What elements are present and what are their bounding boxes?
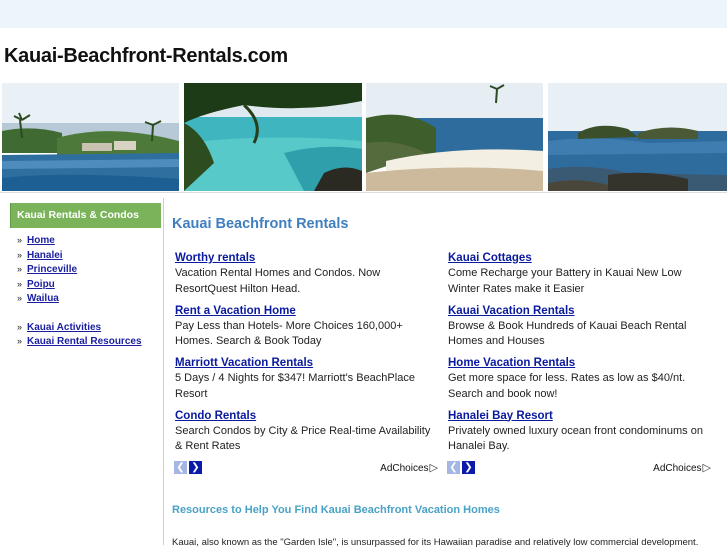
adchoices-label: AdChoices xyxy=(653,463,702,474)
ad-title-link[interactable]: Marriott Vacation Rentals xyxy=(175,355,440,371)
ad-unit: Kauai Cottages Come Recharge your Batter… xyxy=(448,250,713,303)
ad-title-link[interactable]: Condo Rentals xyxy=(175,408,440,424)
adchoices-icon: ▷ xyxy=(702,462,711,474)
ad-description: Privately owned luxury ocean front condo… xyxy=(448,424,703,453)
sidebar-item-princeville: » Princeville xyxy=(17,264,142,279)
ad-description: Browse & Book Hundreds of Kauai Beach Re… xyxy=(448,319,687,348)
bullet-icon: » xyxy=(17,293,23,303)
sidebar-item-wailua: » Wailua xyxy=(17,293,142,308)
turquoise-lagoon-photo xyxy=(184,83,362,191)
sidebar-divider xyxy=(163,198,164,545)
sidebar-heading-box: Kauai Rentals & Condos xyxy=(10,203,161,228)
adchoices-label: AdChoices xyxy=(380,463,429,474)
sidebar-link-poipu[interactable]: Poipu xyxy=(27,279,55,290)
ad-description: Vacation Rental Homes and Condos. Now Re… xyxy=(175,267,381,295)
sidebar-link-activities[interactable]: Kauai Activities xyxy=(27,322,101,333)
sidebar-item-home: » Home xyxy=(17,235,142,250)
sidebar-link-wailua[interactable]: Wailua xyxy=(27,293,59,304)
adchoices-icon: ▷ xyxy=(429,462,438,474)
ad-column-left: Worthy rentals Vacation Rental Homes and… xyxy=(175,250,440,460)
ad-description: Come Recharge your Battery in Kauai New … xyxy=(448,267,682,295)
ad-title-link[interactable]: Home Vacation Rentals xyxy=(448,355,713,371)
sidebar-link-princeville[interactable]: Princeville xyxy=(27,264,77,275)
ad-unit: Condo Rentals Search Condos by City & Pr… xyxy=(175,408,440,461)
next-arrow-icon[interactable]: ❯ xyxy=(189,461,202,474)
sandy-beach-cove-photo xyxy=(366,83,543,191)
rocky-shoreline-photo xyxy=(548,83,727,191)
adchoices-link[interactable]: AdChoices▷ xyxy=(380,461,438,474)
bullet-icon: » xyxy=(17,336,23,346)
ad-description: Pay Less than Hotels- More Choices 160,0… xyxy=(175,319,403,348)
sidebar-spacer xyxy=(17,308,142,322)
ad-title-link[interactable]: Kauai Vacation Rentals xyxy=(448,303,713,319)
prev-arrow-icon[interactable]: ❮ xyxy=(447,461,460,474)
top-bar xyxy=(0,0,727,28)
bullet-icon: » xyxy=(17,249,23,260)
prev-arrow-icon[interactable]: ❮ xyxy=(174,461,187,474)
bullet-icon: » xyxy=(17,235,23,245)
page-heading: Kauai Beachfront Rentals xyxy=(172,216,349,232)
bullet-icon: » xyxy=(17,278,23,289)
ad-description: Get more space for less. Rates as low as… xyxy=(448,372,686,400)
next-arrow-icon[interactable]: ❯ xyxy=(462,461,475,474)
sidebar-item-poipu: » Poipu xyxy=(17,279,142,294)
sidebar-link-resources[interactable]: Kauai Rental Resources xyxy=(27,336,142,347)
ad-navigation-left: ❮ ❯ AdChoices▷ xyxy=(173,461,438,475)
sidebar-heading: Kauai Rentals & Condos xyxy=(17,209,139,221)
ad-unit: Rent a Vacation Home Pay Less than Hotel… xyxy=(175,303,440,356)
ad-description: Search Condos by City & Price Real-time … xyxy=(175,424,431,453)
sidebar-item-resources: » Kauai Rental Resources xyxy=(17,336,142,351)
ad-description: 5 Days / 4 Nights for $347! Marriott's B… xyxy=(175,372,415,400)
sidebar-link-hanalei[interactable]: Hanalei xyxy=(27,250,63,261)
sidebar-item-activities: » Kauai Activities xyxy=(17,322,142,337)
site-title: Kauai-Beachfront-Rentals.com xyxy=(4,45,288,67)
adchoices-link[interactable]: AdChoices▷ xyxy=(653,461,711,474)
ad-column-right: Kauai Cottages Come Recharge your Batter… xyxy=(448,250,713,460)
ad-unit: Home Vacation Rentals Get more space for… xyxy=(448,355,713,408)
intro-paragraph: Kauai, also known as the "Garden Isle", … xyxy=(172,537,699,548)
resources-heading: Resources to Help You Find Kauai Beachfr… xyxy=(172,504,500,516)
ad-title-link[interactable]: Hanalei Bay Resort xyxy=(448,408,713,424)
sidebar-link-home[interactable]: Home xyxy=(27,235,55,246)
ad-title-link[interactable]: Worthy rentals xyxy=(175,250,440,266)
ad-unit: Marriott Vacation Rentals 5 Days / 4 Nig… xyxy=(175,355,440,408)
photo-banner xyxy=(2,83,727,191)
sidebar-nav: » Home » Hanalei » Princeville » Poipu » Wail… xyxy=(17,235,142,351)
bullet-icon: » xyxy=(17,264,23,274)
ad-navigation-right: ❮ ❯ AdChoices▷ xyxy=(446,461,711,475)
sidebar-item-hanalei: » Hanalei xyxy=(17,250,142,265)
ad-unit: Kauai Vacation Rentals Browse & Book Hun… xyxy=(448,303,713,356)
bullet-icon: » xyxy=(17,321,23,332)
ad-title-link[interactable]: Kauai Cottages xyxy=(448,250,713,266)
ad-unit: Worthy rentals Vacation Rental Homes and… xyxy=(175,250,440,303)
coastal-resort-photo xyxy=(2,83,179,191)
ad-title-link[interactable]: Rent a Vacation Home xyxy=(175,303,440,319)
ad-unit: Hanalei Bay Resort Privately owned luxur… xyxy=(448,408,713,461)
sidebar: Kauai Rentals & Condos » Home » Hanalei » P… xyxy=(0,193,163,545)
